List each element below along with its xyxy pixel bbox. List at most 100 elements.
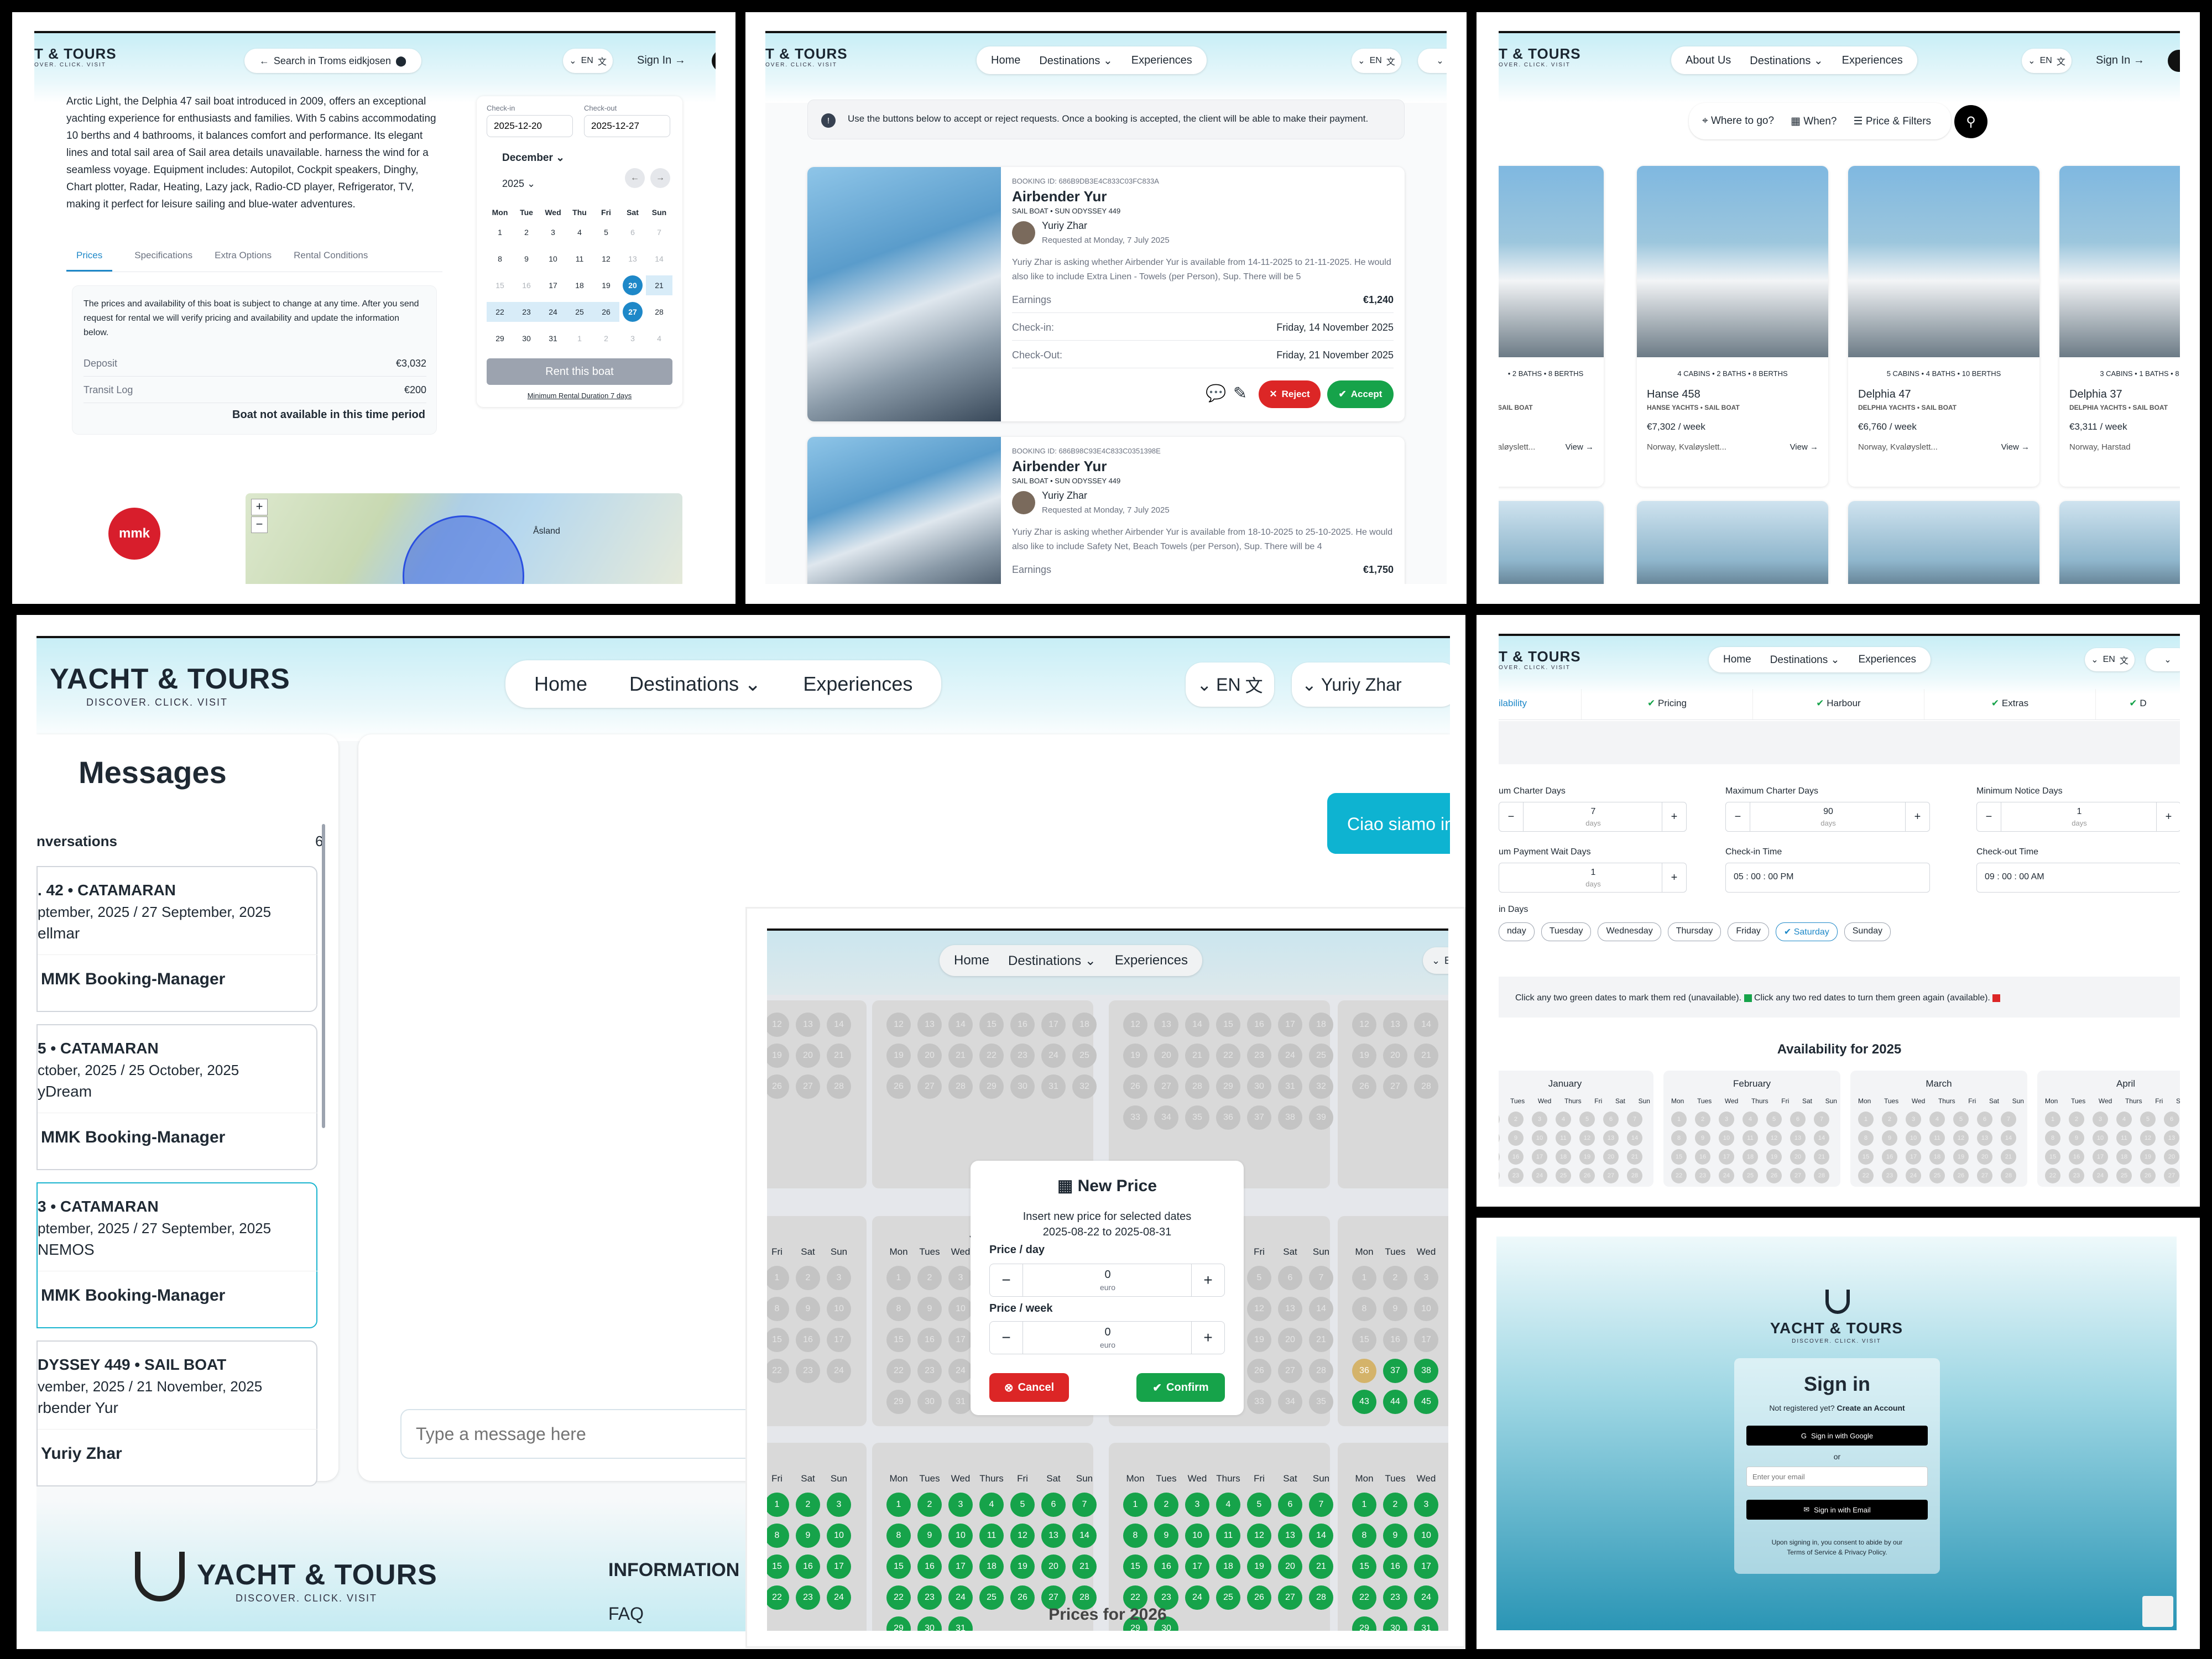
calendar-day[interactable]: 10 [948,1297,973,1321]
calendar-day[interactable]: 1 [1858,1112,1874,1127]
calendar-day[interactable]: 15 [490,275,510,295]
day-chip[interactable]: ✔ Saturday [1775,922,1838,941]
calendar-day[interactable]: 27 [796,1074,820,1099]
month-select[interactable]: December ⌄ [502,152,565,164]
boat-card[interactable] [2059,501,2180,584]
settings-field[interactable]: 1 days + [1499,863,1687,893]
calendar-day[interactable]: 13 [2164,1130,2179,1146]
calendar-day[interactable]: 3 [1532,1112,1547,1127]
rent-button[interactable]: Rent this boat [487,358,672,385]
calendar-day[interactable]: 20 [1603,1149,1619,1165]
calendar-day[interactable]: 10 [1185,1524,1209,1548]
calendar-day[interactable]: 17 [827,1328,851,1352]
calendar-day[interactable]: 14 [1072,1524,1097,1548]
sign-in-link[interactable]: Sign In → [637,54,686,67]
calendar-day[interactable]: 4 [2116,1112,2132,1127]
calendar-day[interactable]: 24 [2093,1168,2108,1183]
calendar-day[interactable]: 5 [1247,1266,1271,1290]
calendar-day[interactable]: 21 [1309,1554,1333,1579]
calendar-day[interactable]: 9 [1882,1130,1897,1146]
calendar-day[interactable]: 17 [948,1328,973,1352]
chat-icon[interactable]: 💬 [1206,384,1226,403]
calendar-day[interactable]: 9 [1383,1524,1407,1548]
calendar-day[interactable]: 19 [1247,1554,1271,1579]
calendar-day[interactable]: 36 [1352,1359,1376,1383]
calendar-day[interactable]: 5 [1953,1112,1969,1127]
nav-destinations[interactable]: Destinations ⌄ [1750,54,1823,67]
calendar-day[interactable]: 25 [1743,1168,1758,1183]
calendar-day[interactable]: 19 [1010,1554,1035,1579]
calendar-day[interactable]: 5 [1247,1493,1271,1517]
calendar-day[interactable]: 22 [1216,1044,1240,1068]
calendar-day[interactable]: 2 [1508,1112,1524,1127]
calendar-day[interactable]: 25 [1556,1168,1571,1183]
calendar-day[interactable]: 6 [1041,1493,1066,1517]
decrement-button[interactable]: − [990,1264,1023,1296]
calendar-day[interactable]: 14 [2001,1130,2016,1146]
calendar-day[interactable]: 4 [979,1493,1004,1517]
calendar-day[interactable]: 3 [827,1266,851,1290]
step-availability[interactable]: ilability [1499,689,1582,719]
tab-extra-options[interactable]: Extra Options [215,250,272,272]
calendar-day[interactable]: 20 [917,1044,942,1068]
calendar-day[interactable]: 21 [646,275,672,295]
calendar-day[interactable]: 45 [1414,1390,1438,1414]
calendar-day[interactable]: 10 [827,1524,851,1548]
calendar-day[interactable]: 9 [1383,1297,1407,1321]
calendar-day[interactable]: 31 [1041,1074,1066,1099]
min-duration-link[interactable]: Minimum Rental Duration 7 days [477,392,682,400]
calendar-day[interactable]: 13 [1977,1130,1992,1146]
calendar-day[interactable]: 28 [948,1074,973,1099]
increment-button[interactable]: + [1905,802,1929,831]
calendar-day[interactable]: 10 [1906,1130,1921,1146]
calendar-day[interactable]: 6 [1278,1493,1302,1517]
calendar-day[interactable]: 8 [1499,1130,1500,1146]
boat-card[interactable]: 4 CABINS • 2 BATHS • 8 BERTHS Hanse 458 HA… [1637,166,1828,487]
calendar-day[interactable]: 8 [2045,1130,2060,1146]
calendar-day[interactable]: 8 [1352,1297,1376,1321]
calendar-day[interactable]: 2 [1882,1112,1897,1127]
calendar-day[interactable]: 27 [1154,1074,1178,1099]
view-link[interactable]: View → [2001,442,2030,452]
calendar-day[interactable]: 7 [1814,1112,1829,1127]
calendar-day[interactable]: 19 [1247,1328,1271,1352]
where-field[interactable]: ⌖ Where to go? [1702,115,1774,127]
nav-about[interactable]: About Us [1686,54,1731,67]
calendar-day[interactable]: 14 [1309,1297,1333,1321]
calendar-day[interactable]: 8 [1671,1130,1687,1146]
calendar-day[interactable]: 10 [1532,1130,1547,1146]
increment-button[interactable]: + [1191,1264,1224,1296]
calendar-day[interactable]: 23 [1882,1168,1897,1183]
calendar-day[interactable]: 12 [1123,1013,1147,1037]
calendar-day[interactable]: 11 [1929,1130,1945,1146]
calendar-day[interactable]: 28 [1414,1074,1438,1099]
calendar-day[interactable]: 26 [1766,1168,1782,1183]
calendar-day[interactable]: 25 [1072,1044,1097,1068]
language-selector[interactable]: ⌄ EN 文 [1186,662,1274,707]
calendar-day[interactable]: 23 [1508,1168,1524,1183]
calendar-day[interactable]: 15 [1499,1149,1500,1165]
nav-experiences[interactable]: Experiences [803,672,912,696]
calendar-day[interactable]: 19 [1579,1149,1595,1165]
calendar-day[interactable]: 23 [1247,1044,1271,1068]
calendar-day[interactable]: 10 [827,1297,851,1321]
calendar-day[interactable]: 30 [517,328,536,348]
calendar-day[interactable]: 10 [1414,1297,1438,1321]
calendar-day[interactable]: 31 [1278,1074,1302,1099]
calendar-day[interactable]: 8 [1123,1524,1147,1548]
calendar-day[interactable]: 16 [1383,1554,1407,1579]
calendar-day[interactable]: 3 [1185,1493,1209,1517]
calendar-day[interactable]: 22 [1858,1168,1874,1183]
accept-button[interactable]: ✔ Accept [1327,380,1394,408]
calendar-day[interactable]: 18 [2116,1149,2132,1165]
calendar-day[interactable]: 21 [1185,1044,1209,1068]
nav-experiences[interactable]: Experiences [1115,953,1188,968]
calendar-day[interactable]: 3 [948,1266,973,1290]
view-link[interactable]: View → [1566,442,1594,452]
calendar-day[interactable]: 13 [1383,1013,1407,1037]
filters-field[interactable]: ☰ Price & Filters [1854,115,1932,128]
calendar-day[interactable]: 6 [2164,1112,2179,1127]
language-selector[interactable]: ⌄ EN 文 [2085,648,2135,671]
calendar-day[interactable]: 21 [2001,1149,2016,1165]
email-field[interactable] [1746,1467,1928,1486]
